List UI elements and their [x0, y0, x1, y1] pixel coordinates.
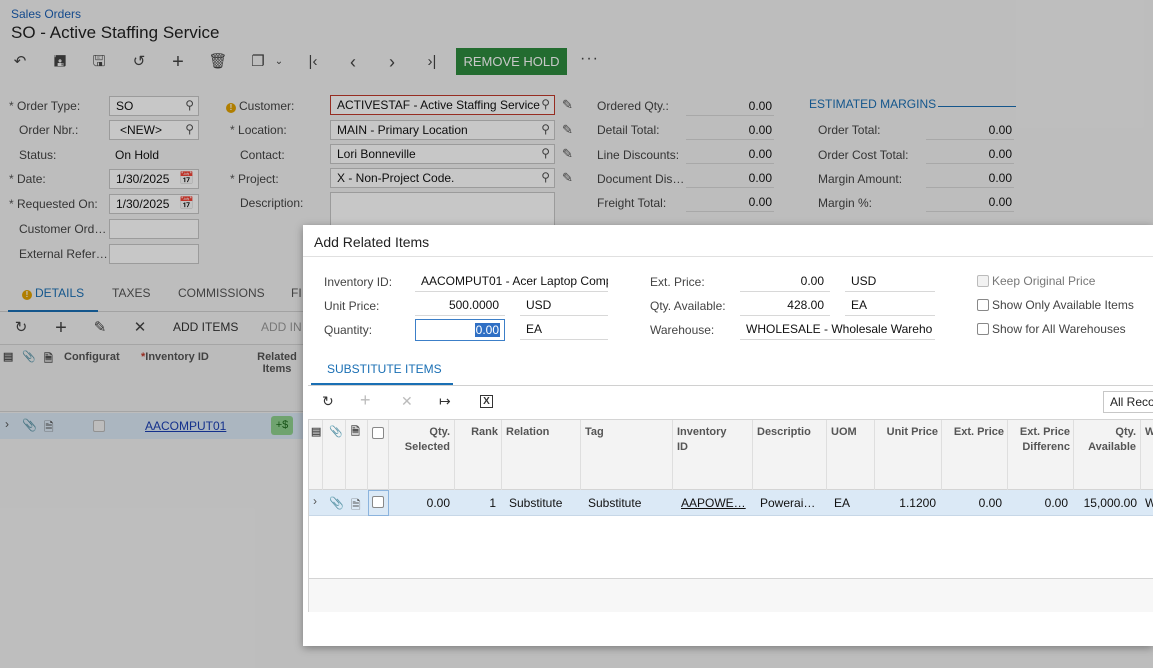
fit-columns-icon[interactable]: ↦ — [439, 393, 451, 410]
inventory-id-link[interactable]: AAPOWE… — [681, 496, 746, 510]
inventory-id-value: AACOMPUT01 - Acer Laptop Comp — [415, 270, 608, 292]
qty-available-header[interactable]: Qty. Available — [1079, 425, 1136, 455]
grid-footer — [309, 578, 1153, 612]
row-expand-icon[interactable]: › — [313, 494, 317, 508]
tag-header[interactable]: Tag — [585, 425, 604, 440]
keep-original-price-label: Keep Original Price — [992, 274, 1096, 288]
unit-price-label: Unit Price: — [324, 299, 380, 313]
inventory-id-label: Inventory ID: — [324, 275, 393, 289]
uom-cell: EA — [834, 496, 851, 510]
dialog-title: Add Related Items — [314, 234, 430, 250]
show-all-warehouses-label: Show for All Warehouses — [992, 322, 1126, 336]
qty-available-value: 428.00 — [740, 294, 830, 316]
table-row[interactable]: › 📎 🗎 0.00 1 Substitute Substitute AAPOW… — [309, 490, 1153, 516]
unit-price-header[interactable]: Unit Price — [881, 425, 938, 440]
ext-price-difference-header[interactable]: Ext. Price Differenc — [1012, 425, 1070, 455]
qty-available-label: Qty. Available: — [650, 299, 726, 313]
tab-substitute-items[interactable]: SUBSTITUTE ITEMS — [327, 362, 442, 376]
show-only-available-checkbox[interactable] — [977, 299, 989, 311]
qty-available-cell: 15,000.00 — [1083, 496, 1137, 510]
unit-price-cell: 1.1200 — [899, 496, 936, 510]
add-related-items-dialog: Add Related Items Inventory ID: AACOMPUT… — [303, 225, 1153, 646]
inventory-id-header[interactable]: Inventory ID — [677, 425, 737, 455]
records-filter-select[interactable]: All Reco — [1103, 391, 1153, 413]
warehouse-header[interactable]: W — [1145, 425, 1153, 440]
quantity-uom: EA — [520, 318, 608, 340]
export-excel-icon[interactable]: X — [480, 395, 493, 408]
uom-header[interactable]: UOM — [831, 425, 857, 440]
qty-selected-cell[interactable]: 0.00 — [393, 496, 450, 510]
show-only-available-label: Show Only Available Items — [992, 298, 1134, 312]
attachment-icon[interactable]: 📎 — [329, 496, 344, 510]
substitute-items-grid: ▤ 📎 🗎 Qty. Selected Rank Relation Tag In… — [308, 419, 1153, 612]
qty-selected-header[interactable]: Qty. Selected — [393, 425, 450, 455]
dialog-titlebar — [303, 225, 1153, 257]
qty-available-uom: EA — [845, 294, 935, 316]
quantity-input[interactable]: 0.00 — [415, 319, 505, 341]
description-header[interactable]: Descriptio — [757, 425, 811, 440]
tab-divider — [308, 385, 1153, 386]
relation-header[interactable]: Relation — [506, 425, 549, 440]
unit-price-value: 500.0000 — [415, 294, 505, 316]
warehouse-cell: W — [1145, 496, 1153, 510]
note-icon: 🗎 — [351, 426, 360, 438]
ext-price-label: Ext. Price: — [650, 275, 705, 289]
description-cell: Powerai… — [760, 496, 816, 510]
tag-cell: Substitute — [588, 496, 642, 510]
quantity-label: Quantity: — [324, 323, 373, 337]
rank-header[interactable]: Rank — [457, 425, 498, 440]
substitute-grid-header: ▤ 📎 🗎 Qty. Selected Rank Relation Tag In… — [309, 420, 1153, 490]
ext-price-currency: USD — [845, 270, 935, 292]
delete-row-icon: ✕ — [401, 393, 413, 409]
ext-price-cell: 0.00 — [978, 496, 1002, 510]
add-row-icon: + — [360, 390, 371, 410]
show-all-warehouses-checkbox[interactable] — [977, 323, 989, 335]
row-files-icon: ▤ — [311, 426, 322, 438]
note-icon[interactable]: 🗎 — [351, 496, 361, 517]
ext-price-value: 0.00 — [740, 270, 830, 292]
relation-cell: Substitute — [509, 496, 563, 510]
row-select-checkbox[interactable] — [372, 496, 384, 508]
rank-cell: 1 — [489, 496, 496, 510]
warehouse-label: Warehouse: — [650, 323, 715, 337]
ext-price-difference-cell: 0.00 — [1044, 496, 1068, 510]
keep-original-price-checkbox[interactable] — [977, 275, 989, 287]
unit-price-currency: USD — [520, 294, 608, 316]
attachment-icon: 📎 — [329, 426, 343, 438]
refresh-icon[interactable]: ↻ — [322, 393, 334, 410]
ext-price-header[interactable]: Ext. Price — [949, 425, 1004, 440]
warehouse-value: WHOLESALE - Wholesale Wareho — [740, 318, 935, 340]
select-all-checkbox[interactable] — [372, 427, 384, 439]
